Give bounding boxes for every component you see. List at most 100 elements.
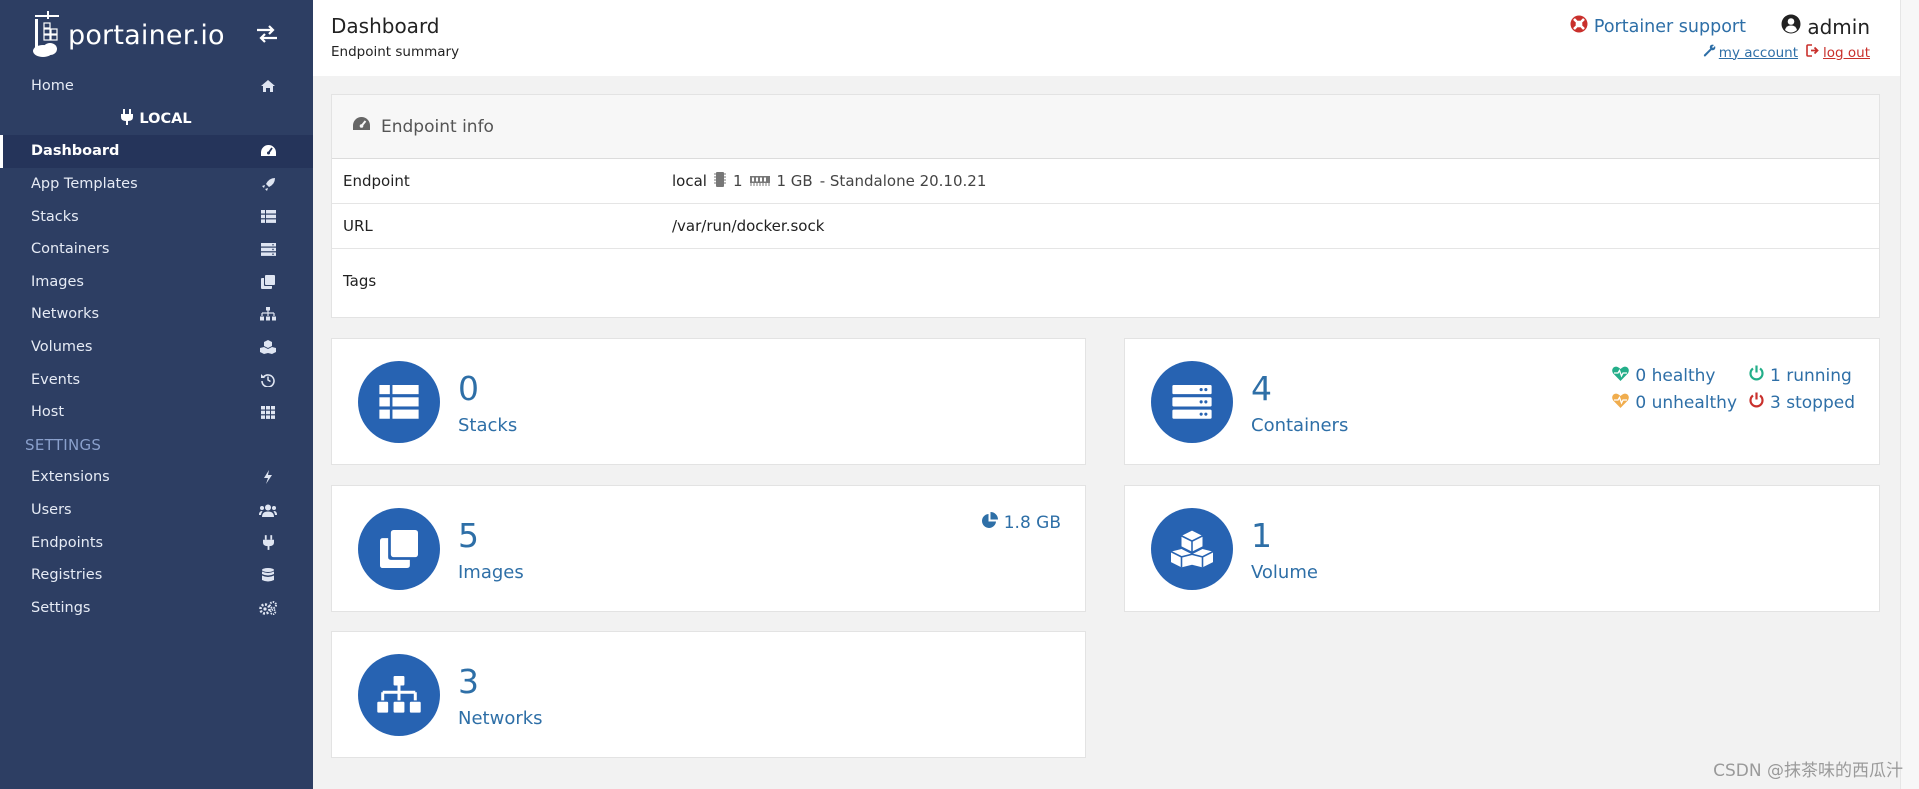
containers-label: Containers bbox=[1251, 415, 1349, 436]
images-widget[interactable]: 5 Images 1.8 GB bbox=[331, 485, 1086, 612]
page-header: Dashboard Endpoint summary Portainer sup… bbox=[313, 0, 1900, 76]
heartbeat-icon bbox=[1612, 393, 1630, 413]
endpoint-info-panel: Endpoint info Endpoint local 1 1 GB - St… bbox=[331, 94, 1880, 318]
sidebar-item-extensions[interactable]: Extensions bbox=[0, 461, 313, 494]
sidebar-item-label: Extensions bbox=[31, 469, 110, 486]
power-off-icon bbox=[1749, 365, 1764, 386]
sidebar-item-label: Images bbox=[31, 273, 84, 290]
my-account-label: my account bbox=[1718, 44, 1799, 61]
database-icon bbox=[259, 568, 277, 582]
healthy-status: 0 healthy bbox=[1612, 365, 1737, 386]
microchip-icon bbox=[713, 171, 726, 191]
tachometer-icon bbox=[259, 144, 277, 158]
info-key: Endpoint bbox=[343, 172, 410, 190]
support-label: Portainer support bbox=[1593, 16, 1746, 37]
th-list-icon bbox=[358, 361, 440, 443]
memory-size: 1 GB bbox=[776, 172, 813, 190]
sidebar-section-settings: SETTINGS bbox=[25, 435, 102, 454]
sidebar-item-host[interactable]: Host bbox=[0, 396, 313, 429]
clone-icon bbox=[358, 508, 440, 590]
plug-icon bbox=[121, 108, 134, 129]
cubes-icon bbox=[1151, 508, 1233, 590]
power-off-icon bbox=[1749, 392, 1764, 413]
sidebar-item-containers[interactable]: Containers bbox=[0, 233, 313, 266]
sidebar-item-label: Endpoints bbox=[31, 534, 104, 551]
scrollbar[interactable] bbox=[1900, 0, 1919, 789]
sidebar-item-stacks[interactable]: Stacks bbox=[0, 200, 313, 233]
containers-count: 4 bbox=[1251, 369, 1272, 408]
info-value: /var/run/docker.sock bbox=[672, 217, 825, 235]
sidebar-item-settings[interactable]: Settings bbox=[0, 592, 313, 625]
server-icon bbox=[1151, 361, 1233, 443]
tachometer-icon bbox=[352, 116, 371, 137]
info-key: URL bbox=[343, 217, 373, 235]
endpoint-name-value: local bbox=[672, 172, 707, 190]
unhealthy-status: 0 unhealthy bbox=[1612, 392, 1737, 413]
cpu-count: 1 bbox=[732, 172, 743, 190]
volumes-count: 1 bbox=[1251, 516, 1272, 555]
sidebar-item-networks[interactable]: Networks bbox=[0, 298, 313, 331]
sign-out-icon bbox=[1806, 44, 1820, 61]
sidebar-item-endpoints[interactable]: Endpoints bbox=[0, 526, 313, 559]
sidebar-item-images[interactable]: Images bbox=[0, 266, 313, 299]
sidebar-item-dashboard[interactable]: Dashboard bbox=[0, 135, 313, 168]
running-status: 1 running bbox=[1749, 365, 1855, 386]
sidebar-item-label: Settings bbox=[31, 599, 91, 616]
images-count: 5 bbox=[458, 516, 479, 555]
cubes-icon bbox=[259, 340, 277, 355]
wrench-icon bbox=[1703, 44, 1716, 61]
stacks-label: Stacks bbox=[458, 415, 518, 436]
sidebar-item-label: Stacks bbox=[31, 208, 79, 225]
username: admin bbox=[1807, 14, 1870, 39]
stacks-widget[interactable]: 0 Stacks bbox=[331, 338, 1086, 465]
history-icon bbox=[259, 373, 277, 387]
sidebar-item-events[interactable]: Events bbox=[0, 363, 313, 396]
sidebar-item-volumes[interactable]: Volumes bbox=[0, 331, 313, 364]
pie-chart-icon bbox=[981, 512, 998, 534]
sidebar-item-app-templates[interactable]: App Templates bbox=[0, 168, 313, 201]
images-label: Images bbox=[458, 562, 524, 583]
images-size-value: 1.8 GB bbox=[1003, 513, 1061, 533]
healthy-count: 0 healthy bbox=[1635, 365, 1716, 386]
unhealthy-count: 0 unhealthy bbox=[1635, 392, 1738, 413]
sidebar-item-label: Networks bbox=[31, 306, 100, 323]
page-subtitle: Endpoint summary bbox=[331, 44, 460, 60]
sidebar-item-users[interactable]: Users bbox=[0, 494, 313, 527]
bolt-icon bbox=[259, 470, 277, 485]
life-ring-icon bbox=[1570, 15, 1588, 38]
networks-label: Networks bbox=[458, 708, 543, 729]
brand[interactable]: portainer.io bbox=[0, 0, 313, 70]
sidebar-item-label: Host bbox=[31, 404, 65, 421]
cogs-icon bbox=[259, 600, 277, 615]
sidebar-toggle-icon[interactable] bbox=[255, 24, 279, 50]
my-account-link[interactable]: my account bbox=[1703, 44, 1798, 61]
log-out-link[interactable]: log out bbox=[1806, 44, 1870, 61]
sitemap-icon bbox=[259, 307, 277, 321]
sidebar-item-label: Containers bbox=[31, 241, 110, 258]
containers-widget[interactable]: 4 Containers 0 healthy 1 running 0 unhea… bbox=[1124, 338, 1880, 465]
volumes-widget[interactable]: 1 Volume bbox=[1124, 485, 1880, 612]
endpoint-name: LOCAL bbox=[139, 110, 192, 127]
memory-icon bbox=[749, 172, 770, 190]
sidebar-item-label: Events bbox=[31, 371, 81, 388]
sidebar-item-label: Users bbox=[31, 502, 72, 519]
server-icon bbox=[259, 242, 277, 256]
rocket-icon bbox=[259, 177, 277, 192]
networks-widget[interactable]: 3 Networks bbox=[331, 631, 1086, 758]
portainer-logo-icon bbox=[30, 9, 64, 61]
th-list-icon bbox=[259, 210, 277, 224]
sidebar-item-registries[interactable]: Registries bbox=[0, 559, 313, 592]
info-row-tags: Tags bbox=[332, 249, 1879, 313]
sitemap-icon bbox=[358, 654, 440, 736]
volumes-label: Volume bbox=[1251, 562, 1318, 583]
portainer-support-link[interactable]: Portainer support bbox=[1570, 15, 1746, 38]
running-count: 1 running bbox=[1770, 365, 1852, 386]
stopped-count: 3 stopped bbox=[1770, 392, 1855, 413]
page-title: Dashboard bbox=[331, 14, 440, 38]
plug-icon bbox=[259, 535, 277, 550]
networks-count: 3 bbox=[458, 662, 479, 701]
sidebar-item-label: App Templates bbox=[31, 176, 138, 193]
user-menu: admin bbox=[1781, 14, 1870, 39]
sidebar-item-home[interactable]: Home bbox=[0, 70, 313, 103]
heartbeat-icon bbox=[1612, 366, 1630, 386]
